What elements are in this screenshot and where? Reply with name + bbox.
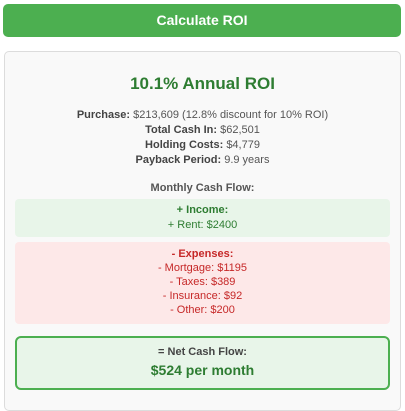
cash-in-label: Total Cash In:: [145, 124, 218, 136]
expense-item: - Taxes: $389: [169, 276, 236, 288]
purchase-value: $213,609 (12.8% discount for 10% ROI): [133, 109, 329, 121]
payback-period-value: 9.9 years: [224, 154, 270, 166]
purchase-row: Purchase: $213,609 (12.8% discount for 1…: [5, 108, 400, 123]
payback-period-row: Payback Period: 9.9 years: [5, 153, 400, 168]
monthly-cash-flow-title: Monthly Cash Flow:: [150, 182, 255, 194]
income-box: + Income: + Rent: $2400: [15, 199, 390, 237]
expense-item: - Other: $200: [170, 304, 235, 316]
income-item: + Rent: $2400: [167, 219, 238, 231]
cash-in-value: $62,501: [220, 124, 260, 136]
purchase-label: Purchase:: [76, 109, 131, 121]
expenses-heading: - Expenses:: [171, 248, 234, 260]
roi-title: 10.1% Annual ROI: [130, 74, 275, 93]
stats-block: Purchase: $213,609 (12.8% discount for 1…: [5, 108, 400, 168]
holding-costs-value: $4,779: [226, 139, 260, 151]
payback-period-label: Payback Period:: [135, 154, 222, 166]
cash-in-row: Total Cash In: $62,501: [5, 123, 400, 138]
net-cash-flow-heading: = Net Cash Flow:: [158, 346, 247, 358]
calculate-roi-button[interactable]: Calculate ROI: [3, 4, 401, 37]
expenses-box: - Expenses: - Mortgage: $1195 - Taxes: $…: [15, 242, 390, 324]
expense-item: - Mortgage: $1195: [157, 262, 248, 274]
holding-costs-row: Holding Costs: $4,779: [5, 138, 400, 153]
net-cash-flow-value: $524 per month: [150, 362, 255, 378]
income-heading: + Income:: [176, 204, 229, 216]
expense-item: - Insurance: $92: [162, 290, 243, 302]
roi-results-card: 10.1% Annual ROI Purchase: $213,609 (12.…: [4, 51, 401, 411]
net-cash-flow-box: = Net Cash Flow: $524 per month: [15, 336, 390, 390]
holding-costs-label: Holding Costs:: [145, 139, 224, 151]
